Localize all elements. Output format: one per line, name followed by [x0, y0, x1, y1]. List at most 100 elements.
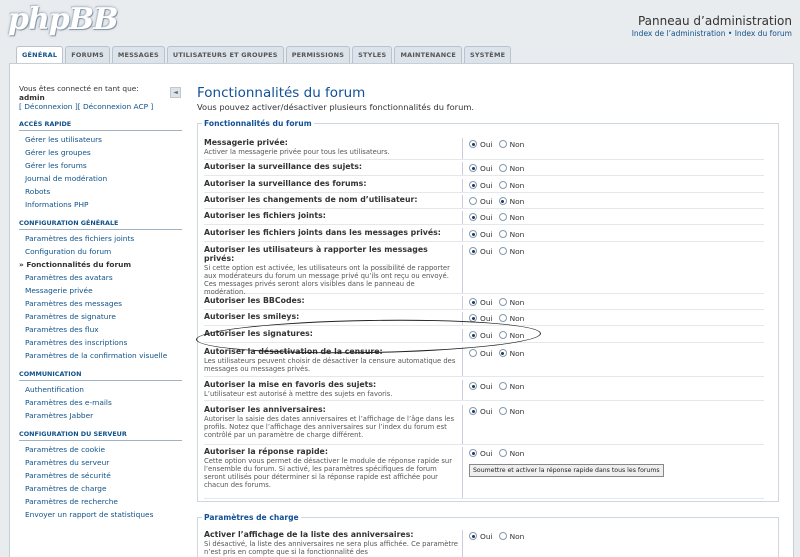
tab-1[interactable]: FORUMS [65, 46, 110, 63]
radio-no[interactable] [498, 314, 507, 322]
setting-row: Autoriser les smileys: Oui Non [204, 312, 764, 326]
sidebar-item[interactable]: Gérer les groupes [19, 146, 182, 159]
sidebar-item[interactable]: Paramètres des inscriptions [19, 336, 182, 349]
tab-3[interactable]: UTILISATEURS ET GROUPES [166, 46, 284, 63]
radio-no[interactable] [498, 164, 507, 172]
radio-yes[interactable] [469, 331, 477, 339]
yes-no-options: Oui Non [462, 296, 524, 309]
setting-title: Activer l’affichage de la liste des anni… [204, 530, 414, 539]
yes-no-options: Oui Non [462, 179, 524, 192]
radio-no[interactable] [498, 449, 507, 457]
setting-title: Autoriser la surveillance des forums: [204, 179, 367, 188]
radio-no[interactable] [498, 140, 507, 148]
sidebar-item[interactable]: Paramètres de recherche [19, 495, 182, 508]
sidebar-item[interactable]: » Fonctionnalités du forum [19, 258, 182, 271]
yes-no-options: Oui Non [462, 228, 524, 241]
radio-yes[interactable] [469, 197, 477, 205]
radio-no[interactable] [498, 181, 507, 189]
radio-no[interactable] [498, 407, 507, 415]
radio-no-label: Non [509, 213, 525, 222]
setting-row: Autoriser les changements de nom d’utili… [204, 195, 764, 209]
radio-no[interactable] [498, 197, 507, 205]
radio-yes[interactable] [469, 181, 477, 189]
radio-no[interactable] [498, 382, 507, 390]
sidebar-item[interactable]: Configuration du forum [19, 245, 182, 258]
acp-index-link[interactable]: Index de l’administration [632, 29, 726, 38]
tab-0[interactable]: GÉNÉRAL [16, 46, 64, 64]
phpbb-logo[interactable]: phpBB [8, 2, 118, 37]
load-settings-fieldset: Paramètres de charge Activer l’affichage… [197, 513, 779, 557]
setting-label: Autoriser les fichiers joints: [204, 211, 458, 220]
sidebar-item[interactable]: Paramètres des messages [19, 297, 182, 310]
sidebar-item[interactable]: Gérer les utilisateurs [19, 133, 182, 146]
radio-no[interactable] [498, 247, 507, 255]
radio-yes[interactable] [469, 140, 477, 148]
sidebar-item[interactable]: Paramètres de charge [19, 482, 182, 495]
yes-no-options: Oui Non [462, 329, 524, 342]
radio-no-label: Non [509, 140, 525, 149]
radio-no[interactable] [498, 230, 507, 238]
tab-6[interactable]: MAINTENANCE [394, 46, 462, 63]
sidebar-item[interactable]: Paramètres de signature [19, 310, 182, 323]
sidebar-item[interactable]: Paramètres Jabber [19, 409, 182, 422]
radio-yes[interactable] [469, 298, 477, 306]
enable-quick-reply-button[interactable]: Soumettre et activer la réponse rapide d… [469, 464, 664, 477]
sidebar-item[interactable]: Envoyer un rapport de statistiques [19, 508, 182, 521]
tab-7[interactable]: SYSTÈME [464, 46, 512, 63]
forum-index-link[interactable]: Index du forum [735, 29, 792, 38]
radio-no[interactable] [498, 213, 507, 221]
radio-yes[interactable] [469, 230, 477, 238]
sidebar-item[interactable]: Robots [19, 185, 182, 198]
sidebar-item[interactable]: Paramètres de cookie [19, 443, 182, 456]
radio-no[interactable] [498, 331, 507, 339]
sidebar-item[interactable]: Paramètres des flux [19, 323, 182, 336]
setting-hint: Autoriser la saisie des dates anniversai… [204, 415, 455, 439]
radio-yes[interactable] [469, 349, 477, 357]
radio-no[interactable] [498, 532, 507, 540]
tab-5[interactable]: STYLES [352, 46, 393, 63]
radio-yes[interactable] [469, 314, 477, 322]
radio-yes[interactable] [469, 247, 477, 255]
username: admin [19, 93, 45, 102]
sidebar-item[interactable]: Paramètres des fichiers joints [19, 232, 182, 245]
sidebar-item[interactable]: Paramètres de sécurité [19, 469, 182, 482]
radio-yes[interactable] [469, 164, 477, 172]
radio-no-label: Non [509, 230, 525, 239]
features-fieldset: Fonctionnalités du forum Messagerie priv… [197, 119, 779, 502]
sidebar-menu: ACCÈS RAPIDE Gérer les utilisateurs Gérer … [19, 120, 182, 521]
setting-hint: L’utilisateur est autorisé à mettre des … [204, 390, 393, 398]
logout-links[interactable]: [ Déconnexion ][ Déconnexion ACP ] [19, 102, 182, 111]
tab-4[interactable]: PERMISSIONS [285, 46, 351, 63]
radio-yes[interactable] [469, 382, 477, 390]
radio-no[interactable] [498, 349, 507, 357]
radio-no-label: Non [509, 164, 525, 173]
radio-yes-label: Oui [480, 382, 493, 391]
radio-yes[interactable] [469, 449, 477, 457]
setting-row: Activer l’affichage de la liste des anni… [204, 530, 764, 557]
yes-no-options: Oui Non [462, 530, 524, 557]
setting-row: Autoriser les fichiers joints: Oui Non [204, 211, 764, 225]
radio-yes-label: Oui [480, 349, 493, 358]
sidebar-item[interactable]: Authentification [19, 383, 182, 396]
setting-row: Autoriser la réponse rapide: Cette option… [204, 447, 764, 499]
sidebar-item[interactable]: Informations PHP [19, 198, 182, 211]
radio-yes[interactable] [469, 213, 477, 221]
sidebar-item[interactable]: Paramètres du serveur [19, 456, 182, 469]
sidebar-item[interactable]: Gérer les forums [19, 159, 182, 172]
tab-2[interactable]: MESSAGES [111, 46, 165, 63]
collapse-menu-icon[interactable]: ◄ [170, 87, 181, 98]
radio-no[interactable] [498, 298, 507, 306]
radio-yes-label: Oui [480, 298, 493, 307]
sidebar-item[interactable]: Messagerie privée [19, 284, 182, 297]
radio-no-label: Non [509, 298, 525, 307]
sidebar-item[interactable]: Paramètres des e-mails [19, 396, 182, 409]
sidebar-item[interactable]: Journal de modération [19, 172, 182, 185]
radio-yes[interactable] [469, 532, 477, 540]
radio-yes[interactable] [469, 407, 477, 415]
yes-no-options: Oui Non [462, 245, 524, 293]
sidebar-item[interactable]: Paramètres des avatars [19, 271, 182, 284]
sidebar-item[interactable]: Paramètres de la confirmation visuelle [19, 349, 182, 362]
main-content: Fonctionnalités du forum Vous pouvez act… [197, 85, 781, 112]
setting-label: Autoriser les signatures: [204, 329, 458, 338]
radio-yes-label: Oui [480, 140, 493, 149]
